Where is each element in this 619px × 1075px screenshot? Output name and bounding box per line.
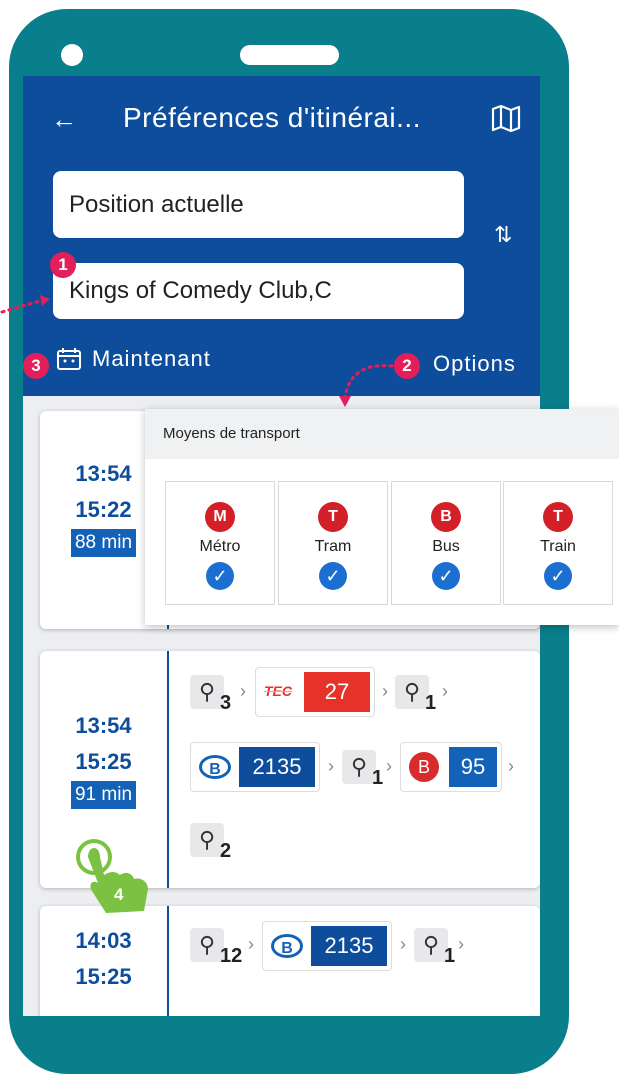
step-marker-2: 2 [394, 353, 420, 379]
tap-hand-icon: 4 [70, 835, 160, 915]
step-marker-1: 1 [50, 252, 76, 278]
step-marker-4: 4 [114, 885, 124, 904]
step-marker-3: 3 [23, 353, 49, 379]
